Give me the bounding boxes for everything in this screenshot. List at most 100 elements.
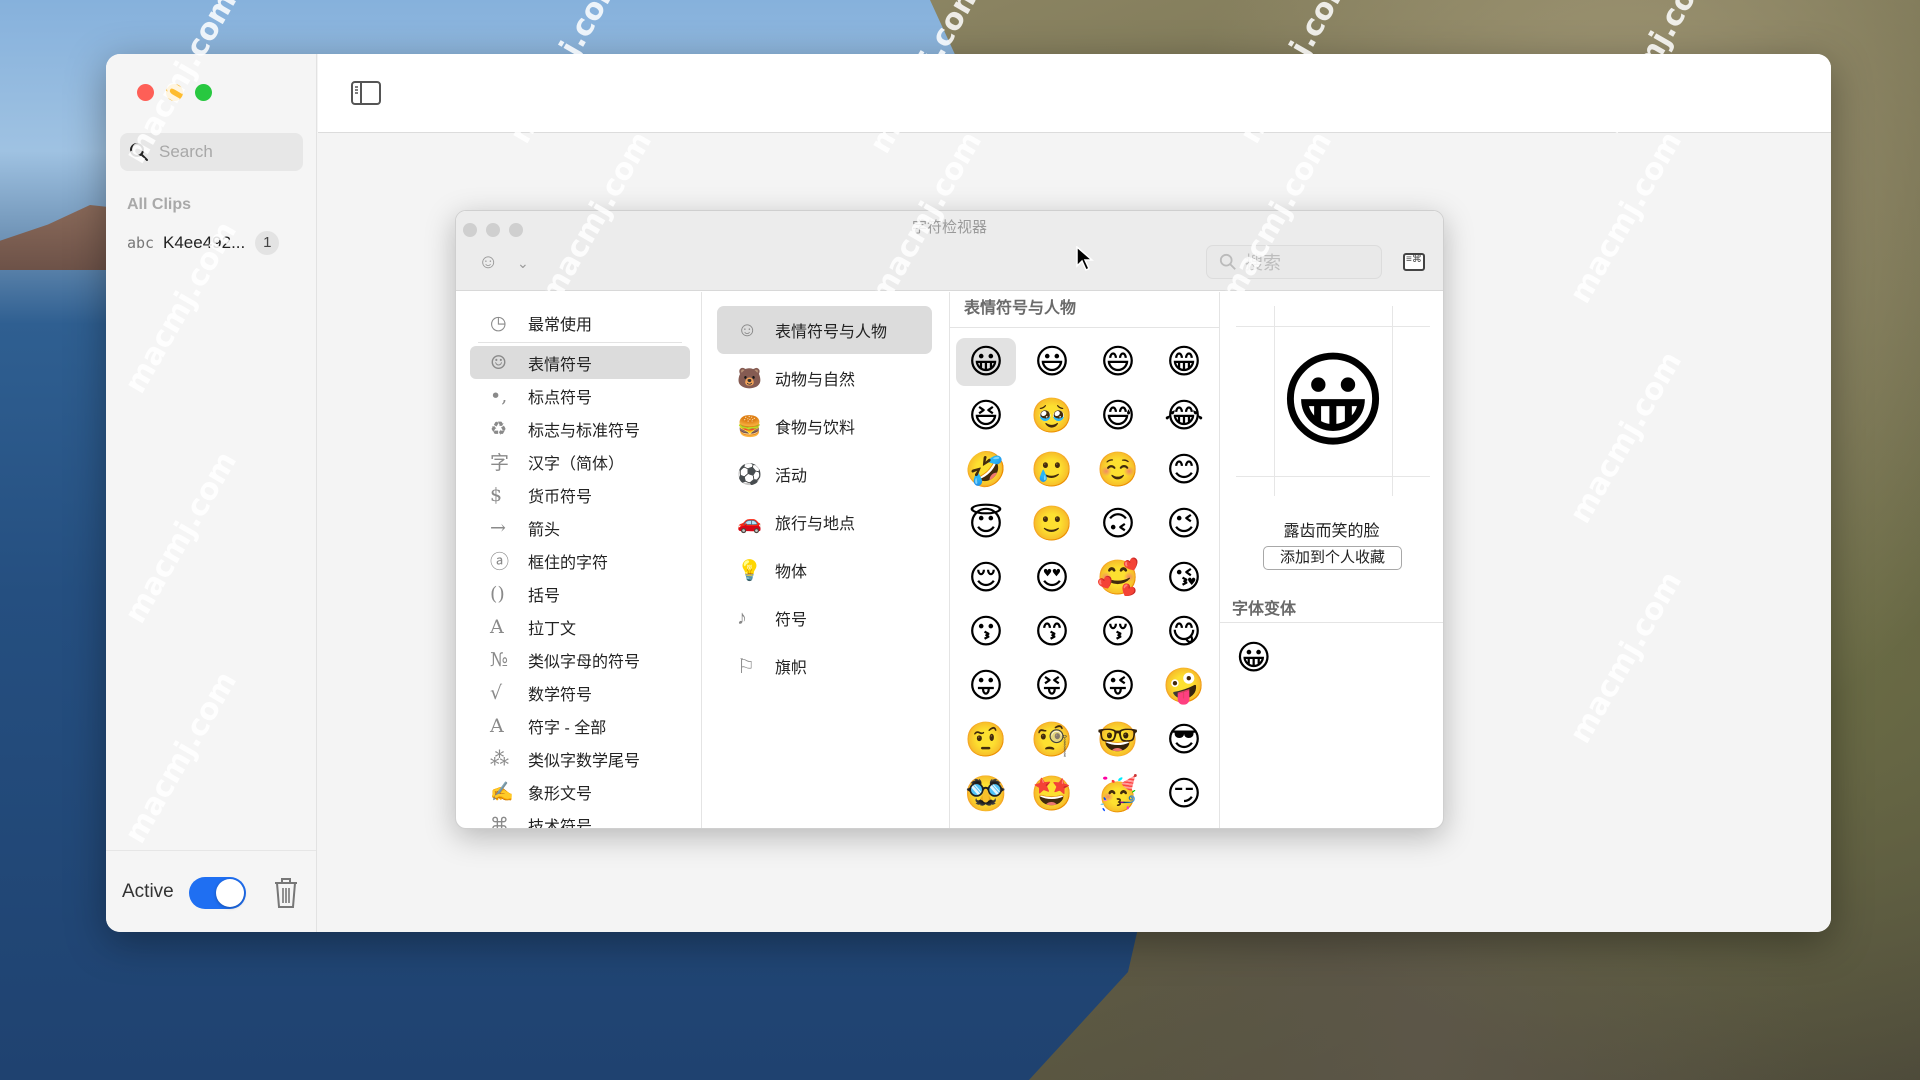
category-item[interactable]: ✍ 象形文号 — [470, 775, 690, 808]
emoji-cell[interactable]: 🙂 — [1022, 500, 1082, 548]
category-label: 货币符号 — [528, 488, 593, 506]
subcategory-item[interactable]: 🐻 动物与自然 — [717, 354, 932, 402]
desktop-island — [0, 205, 120, 270]
category-label: 标点符号 — [528, 389, 593, 407]
search-icon — [1219, 253, 1236, 270]
category-item[interactable]: → 箭头 — [470, 511, 690, 544]
active-label: Active — [122, 881, 174, 902]
subcategory-item[interactable]: ♪ 符号 — [717, 594, 932, 642]
category-item[interactable]: ⌘ 技术符号 — [470, 808, 690, 829]
emoji-cell[interactable]: 😅 — [1088, 392, 1148, 440]
smiley-icon: ☺ — [490, 351, 508, 374]
emoji-cell[interactable]: 😊 — [1154, 446, 1214, 494]
subcategory-item[interactable]: 🍔 食物与饮料 — [717, 402, 932, 450]
subcategory-label: 旅行与地点 — [775, 516, 856, 533]
emoji-cell[interactable]: 🤓 — [1088, 716, 1148, 764]
emoji-cell[interactable]: 🤨 — [956, 716, 1016, 764]
digit-symbol-icon: ⁂ — [490, 747, 509, 770]
cv-search-field[interactable]: 搜索 — [1206, 245, 1382, 279]
category-item[interactable]: () 括号 — [470, 577, 690, 610]
emoji-cell[interactable]: 🙃 — [1088, 500, 1148, 548]
emoji-cell[interactable]: 😏 — [1154, 770, 1214, 818]
category-label: 象形文号 — [528, 785, 593, 803]
sidebar: Search All Clips abc K4ee492... 1 Active — [106, 54, 317, 932]
emoji-cell[interactable]: 🥹 — [1022, 392, 1082, 440]
divider — [478, 342, 682, 343]
emoji-cell[interactable]: 😗 — [956, 608, 1016, 656]
emoji-cell[interactable]: 🥳 — [1088, 770, 1148, 818]
emoji-cell[interactable]: 🧐 — [1022, 716, 1082, 764]
emoji-cell[interactable]: 🤪 — [1154, 662, 1214, 710]
emoji-cell[interactable]: 🤣 — [956, 446, 1016, 494]
category-item[interactable]: A 符字 - 全部 — [470, 709, 690, 742]
clip-name: K4ee492... — [163, 233, 246, 252]
emoji-cell[interactable]: 🥲 — [1022, 446, 1082, 494]
chevron-down-icon[interactable]: ⌄ — [517, 255, 529, 272]
category-item[interactable]: 字汉字（简体） — [470, 445, 690, 478]
emoji-cell[interactable]: 😍 — [1022, 554, 1082, 602]
add-to-favorites-button[interactable]: 添加到个人收藏 — [1263, 546, 1402, 570]
emoji-cell[interactable]: 😆 — [956, 392, 1016, 440]
emoji-cell[interactable]: 😌 — [956, 554, 1016, 602]
emoji-cell[interactable]: 😘 — [1154, 554, 1214, 602]
sidebar-toggle-icon[interactable] — [351, 81, 381, 105]
active-toggle[interactable] — [189, 877, 246, 909]
zoom-button[interactable] — [195, 84, 212, 101]
cv-search-placeholder: 搜索 — [1245, 253, 1281, 273]
search-placeholder: Search — [159, 142, 213, 161]
category-label: 类似字母的符号 — [528, 653, 641, 671]
emoji-cell[interactable]: 😁 — [1154, 338, 1214, 386]
emoji-cell[interactable]: 🥰 — [1088, 554, 1148, 602]
emoji-cell[interactable]: 🤩 — [1022, 770, 1082, 818]
dollar-icon: $ — [490, 483, 503, 506]
emoji-cell[interactable]: 😚 — [1088, 608, 1148, 656]
category-item[interactable]: •, 标点符号 — [470, 379, 690, 412]
action-menu-icon[interactable]: ☺ — [478, 251, 498, 274]
emoji-cell[interactable]: 🥸 — [956, 770, 1016, 818]
emoji-cell[interactable]: 😜 — [1088, 662, 1148, 710]
clip-list-item[interactable]: abc K4ee492... 1 — [127, 229, 302, 257]
emoji-cell[interactable]: 😇 — [956, 500, 1016, 548]
subcategory-item[interactable]: ⚽ 活动 — [717, 450, 932, 498]
emoji-cell[interactable]: ☺️ — [1088, 446, 1148, 494]
emoji-cell[interactable]: 😃 — [1022, 338, 1082, 386]
category-item[interactable]: √ 数学符号 — [470, 676, 690, 709]
subcategory-item[interactable]: ⚐ 旗帜 — [717, 642, 932, 690]
emoji-cell[interactable]: 😝 — [1022, 662, 1082, 710]
command-icon: ⌘ — [490, 813, 509, 829]
flag-icon: ⚐ — [737, 655, 755, 678]
emoji-cell[interactable]: 😋 — [1154, 608, 1214, 656]
category-label: 最常使用 — [528, 316, 593, 334]
category-item[interactable]: ⓐ 框住的字符 — [470, 544, 690, 577]
close-button[interactable] — [137, 84, 154, 101]
font-variant-emoji[interactable]: 😀 — [1236, 638, 1271, 678]
subcategory-item[interactable]: 🚗 旅行与地点 — [717, 498, 932, 546]
category-item[interactable]: № 类似字母的符号 — [470, 643, 690, 676]
emoji-cell[interactable]: 😙 — [1022, 608, 1082, 656]
all-characters-icon: A — [490, 714, 504, 737]
emoji-cell[interactable]: 😀 — [956, 338, 1016, 386]
category-item[interactable]: ☺ 表情符号 — [470, 346, 690, 379]
keyboard-viewer-icon[interactable] — [1403, 253, 1425, 271]
symbols-icon: ♪ — [737, 606, 747, 629]
emoji-cell[interactable]: 😄 — [1088, 338, 1148, 386]
font-variants-label: 字体变体 — [1232, 601, 1297, 618]
subcategory-item[interactable]: 💡 物体 — [717, 546, 932, 594]
punctuation-icon: •, — [490, 384, 508, 407]
math-icon: √ — [490, 681, 503, 704]
emoji-cell[interactable]: 😂 — [1154, 392, 1214, 440]
category-item[interactable]: ♻ 标志与标准符号 — [470, 412, 690, 445]
category-item[interactable]: A 拉丁文 — [470, 610, 690, 643]
category-label: 汉字（简体） — [528, 455, 625, 473]
subcategory-item[interactable]: ☺ 表情符号与人物 — [717, 306, 932, 354]
search-field[interactable]: Search — [120, 133, 303, 171]
minimize-button[interactable] — [166, 84, 183, 101]
main-toolbar — [318, 54, 1831, 133]
trash-icon[interactable] — [272, 877, 300, 909]
emoji-cell[interactable]: 😎 — [1154, 716, 1214, 764]
category-item[interactable]: ⁂ 类似字数学尾号 — [470, 742, 690, 775]
emoji-cell[interactable]: 😛 — [956, 662, 1016, 710]
emoji-cell[interactable]: 😉 — [1154, 500, 1214, 548]
category-item[interactable]: $ 货币符号 — [470, 478, 690, 511]
category-item[interactable]: ◷ 最常使用 — [470, 306, 690, 339]
